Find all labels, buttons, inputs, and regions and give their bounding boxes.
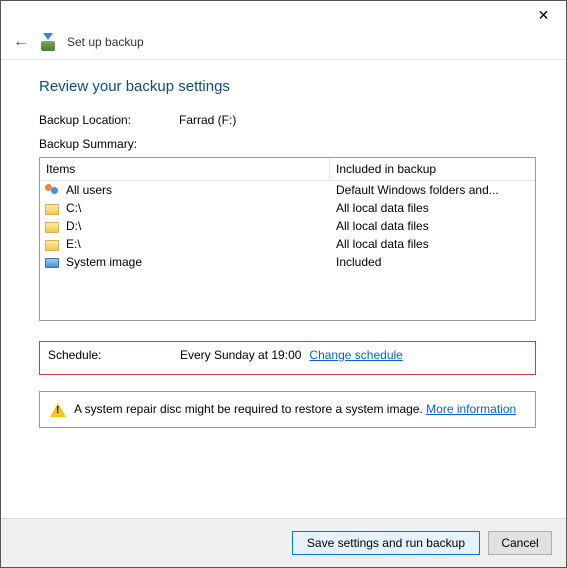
save-and-run-button[interactable]: Save settings and run backup	[292, 531, 480, 555]
page-title: Review your backup settings	[39, 78, 536, 95]
warning-icon	[50, 403, 66, 417]
column-header-items[interactable]: Items	[40, 158, 330, 180]
backup-location-row: Backup Location: Farrad (F:)	[39, 113, 536, 127]
back-arrow-icon[interactable]: ←	[13, 34, 29, 50]
backup-location-label: Backup Location:	[39, 113, 179, 127]
more-information-link[interactable]: More information	[426, 402, 516, 416]
change-schedule-link[interactable]: Change schedule	[309, 348, 402, 362]
close-button[interactable]: ✕	[521, 1, 566, 29]
list-item-included: Included	[330, 255, 535, 269]
schedule-label: Schedule:	[48, 348, 180, 362]
list-item[interactable]: D:\ All local data files	[40, 217, 535, 235]
list-item-name: D:\	[66, 219, 81, 233]
list-item-name: C:\	[66, 201, 81, 215]
list-item-name: System image	[66, 255, 142, 269]
list-item-included: All local data files	[330, 237, 535, 251]
schedule-value: Every Sunday at 19:00	[180, 348, 301, 362]
content-area: Review your backup settings Backup Locat…	[1, 60, 566, 518]
info-text: A system repair disc might be required t…	[74, 402, 516, 416]
backup-summary-label: Backup Summary:	[39, 137, 137, 151]
list-item-name: E:\	[66, 237, 81, 251]
list-item[interactable]: C:\ All local data files	[40, 199, 535, 217]
folder-icon	[44, 200, 60, 216]
footer: Save settings and run backup Cancel	[1, 518, 566, 567]
schedule-row: Schedule: Every Sunday at 19:00 Change s…	[39, 341, 536, 375]
wizard-window: ✕ ← Set up backup Review your backup set…	[0, 0, 567, 568]
titlebar: ✕	[1, 1, 566, 31]
column-header-included[interactable]: Included in backup	[330, 158, 535, 180]
list-item-included: All local data files	[330, 219, 535, 233]
list-item[interactable]: E:\ All local data files	[40, 235, 535, 253]
close-icon: ✕	[538, 7, 550, 24]
backup-summary-label-row: Backup Summary:	[39, 137, 536, 151]
info-panel: A system repair disc might be required t…	[39, 391, 536, 428]
list-item[interactable]: System image Included	[40, 253, 535, 271]
folder-icon	[44, 218, 60, 234]
backup-app-icon	[39, 33, 57, 51]
header: ← Set up backup	[1, 31, 566, 59]
listview-header: Items Included in backup	[40, 158, 535, 181]
backup-summary-listview[interactable]: Items Included in backup All users Defau…	[39, 157, 536, 321]
users-icon	[44, 182, 60, 198]
backup-location-value: Farrad (F:)	[179, 113, 236, 127]
monitor-icon	[44, 254, 60, 270]
folder-icon	[44, 236, 60, 252]
list-item-included: Default Windows folders and...	[330, 183, 535, 197]
list-item[interactable]: All users Default Windows folders and...	[40, 181, 535, 199]
list-item-name: All users	[66, 183, 112, 197]
list-item-included: All local data files	[330, 201, 535, 215]
window-title: Set up backup	[67, 35, 144, 49]
cancel-button[interactable]: Cancel	[488, 531, 552, 555]
